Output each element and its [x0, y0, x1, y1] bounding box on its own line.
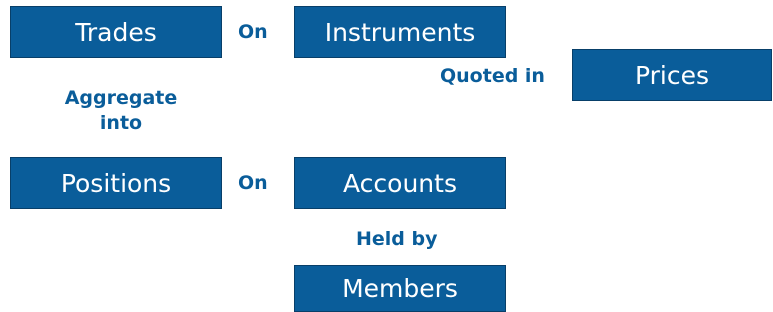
relation-aggregate-line: Aggregate: [64, 87, 178, 109]
prices-label: Prices: [634, 60, 709, 90]
instruments-box: Instruments: [294, 6, 506, 58]
relation-positions-on-accounts: On: [238, 172, 268, 194]
trades-box: Trades: [10, 6, 222, 58]
relation-accounts-held-by-members: Held by: [356, 228, 438, 250]
trades-label: Trades: [75, 17, 157, 47]
relation-trades-on-instruments: On: [238, 21, 268, 43]
instruments-label: Instruments: [324, 17, 476, 47]
positions-box: Positions: [10, 157, 222, 209]
positions-label: Positions: [60, 168, 172, 198]
members-label: Members: [342, 274, 458, 303]
accounts-box: Accounts: [294, 157, 506, 209]
prices-box: Prices: [572, 49, 772, 101]
relation-into-line: into: [99, 112, 143, 134]
accounts-label: Accounts: [343, 168, 457, 198]
relation-trades-aggregate-into-positions: Aggregate into: [50, 86, 192, 136]
relation-instruments-quoted-in-prices: Quoted in: [440, 65, 545, 87]
members-box: Members: [294, 265, 506, 312]
entity-relationship-diagram: Trades Instruments Prices Positions Acco…: [0, 0, 773, 312]
